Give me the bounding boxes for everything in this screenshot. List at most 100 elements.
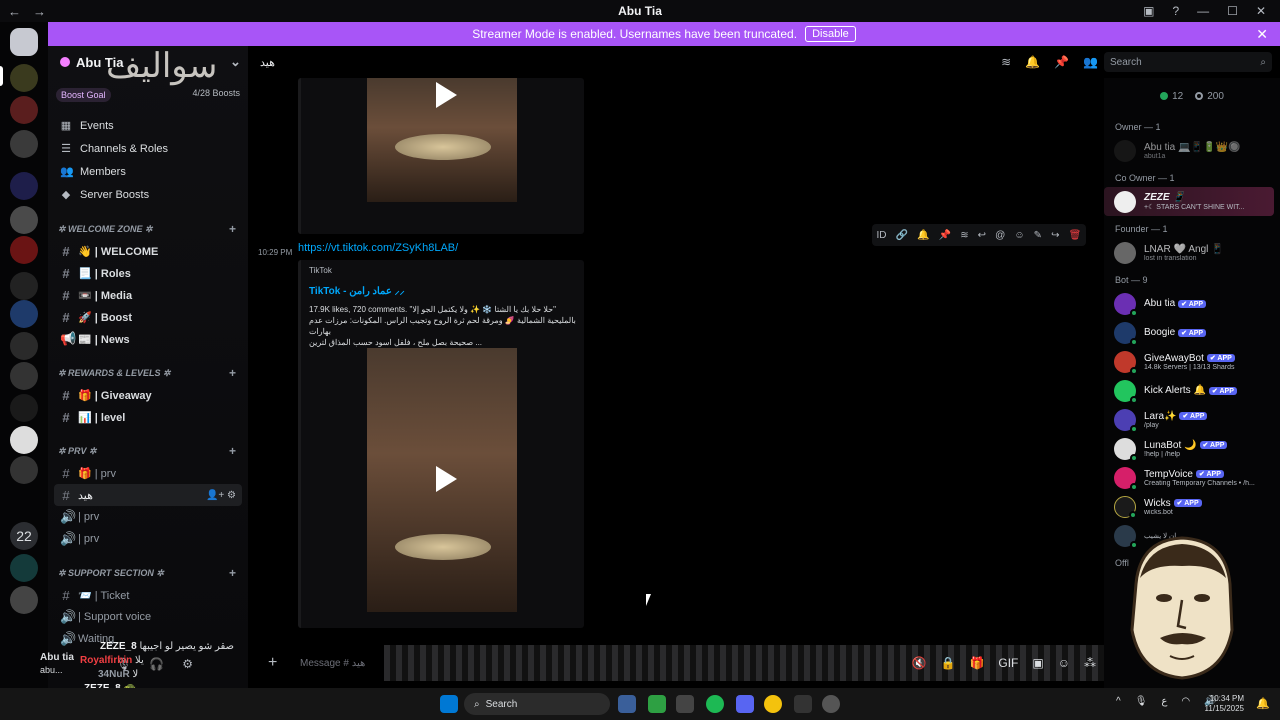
channel-news[interactable]: 📢 📰 | News xyxy=(48,328,248,350)
add-channel-icon[interactable]: + xyxy=(229,444,236,458)
apps-icon[interactable]: ⁂ xyxy=(1084,656,1096,670)
member-item[interactable]: LunaBot 🌙 ✔ APP !help | /help xyxy=(1104,434,1280,463)
server-icon[interactable] xyxy=(10,426,38,454)
emoji-picker-icon[interactable]: ☺ xyxy=(1058,656,1070,670)
language-indicator[interactable]: ع xyxy=(1161,696,1167,707)
xbox-icon[interactable] xyxy=(648,695,666,713)
bell-icon[interactable]: 🔔 xyxy=(1025,55,1040,69)
emoji-icon[interactable]: ☺ xyxy=(1014,230,1024,241)
server-icon[interactable] xyxy=(10,554,38,582)
channel-settings-icon[interactable]: 👤+ ⚙ xyxy=(206,490,236,501)
member-item[interactable]: Wicks ✔ APP wicks.bot xyxy=(1104,492,1280,521)
server-icon[interactable] xyxy=(10,206,38,234)
video-thumbnail[interactable] xyxy=(367,348,517,612)
gift-icon[interactable]: 🎁 xyxy=(969,656,984,670)
play-icon[interactable] xyxy=(427,78,461,112)
channel-ticket[interactable]: # 📨 | Ticket xyxy=(48,584,248,606)
app-icon[interactable] xyxy=(676,695,694,713)
member-item[interactable]: Boogie ✔ APP xyxy=(1104,318,1280,347)
taskbar-search[interactable]: ⌕ Search xyxy=(464,693,610,715)
help-icon[interactable]: ? xyxy=(1172,4,1179,18)
copy-link-icon[interactable]: 🔗 xyxy=(896,230,908,241)
tray-chevron-icon[interactable]: ^ xyxy=(1116,696,1121,707)
back-arrow-icon[interactable]: ← xyxy=(8,4,21,19)
message-composer[interactable]: Message # هيد 🔇 🔒 🎁 GIF ▣ ☺ ⁂ xyxy=(300,645,1104,681)
server-icon[interactable] xyxy=(10,300,38,328)
server-icon[interactable] xyxy=(10,394,38,422)
channel-active[interactable]: # هيد 👤+ ⚙ xyxy=(54,484,242,506)
server-icon[interactable] xyxy=(10,586,38,614)
maximize-icon[interactable]: ☐ xyxy=(1227,4,1238,18)
spotify-icon[interactable] xyxy=(706,695,724,713)
app-icon[interactable] xyxy=(822,695,840,713)
disable-streamer-button[interactable]: Disable xyxy=(805,26,856,42)
message-link[interactable]: https://vt.tiktok.com/ZSyKh8LAB/ xyxy=(298,242,458,254)
start-icon[interactable] xyxy=(440,695,458,713)
voice-channel-prv[interactable]: 🔊 | prv xyxy=(48,506,248,528)
member-list-icon[interactable]: 👥 xyxy=(1083,55,1098,69)
member-item[interactable]: ZEZE 📱 +☾ STARS CAN'T SHINE WIT... xyxy=(1104,187,1274,216)
server-icon[interactable] xyxy=(10,362,38,390)
chevron-down-icon[interactable]: ⌄ xyxy=(230,54,241,70)
forward-icon[interactable]: ↪ xyxy=(1051,230,1059,241)
channel-media[interactable]: # 📼 | Media xyxy=(48,284,248,306)
member-item[interactable]: LNAR 🤍 Angl 📱 lost in translation xyxy=(1104,238,1280,267)
menu-members[interactable]: 👥 Members xyxy=(48,160,248,183)
thread-icon[interactable]: ≋ xyxy=(960,230,968,241)
wifi-icon[interactable]: ◠ xyxy=(1181,696,1190,707)
menu-channels-roles[interactable]: ☰ Channels & Roles xyxy=(48,137,248,160)
channel-level[interactable]: # 📊 | level xyxy=(48,406,248,428)
gif-icon[interactable]: GIF xyxy=(998,656,1018,670)
video-thumbnail[interactable] xyxy=(367,78,517,202)
server-icon[interactable] xyxy=(10,130,38,158)
member-item[interactable]: Lara✨ ✔ APP/play xyxy=(1104,405,1280,434)
pin-icon[interactable]: 📌 xyxy=(1054,55,1069,69)
voice-channel-prv[interactable]: 🔊 | prv xyxy=(48,528,248,550)
category-rewards-levels[interactable]: ✲ REWARDS & LEVELS ✲ + xyxy=(48,362,248,384)
member-item[interactable]: Kick Alerts 🔔 ✔ APP xyxy=(1104,376,1280,405)
add-attachment-icon[interactable]: + xyxy=(268,654,277,672)
add-channel-icon[interactable]: + xyxy=(229,566,236,580)
folder-icon[interactable] xyxy=(10,172,38,200)
member-item[interactable]: GiveAwayBot ✔ APP 14.8k Servers | 13/13 Sh… xyxy=(1104,347,1280,376)
clock[interactable]: 10:34 PM 11/15/2025 xyxy=(1205,694,1244,714)
discord-home-icon[interactable] xyxy=(10,28,38,56)
server-icon[interactable]: 22 xyxy=(10,522,38,550)
channel-prv[interactable]: # 🎁 | prv xyxy=(48,462,248,484)
member-item[interactable]: Abu tia ✔ APP xyxy=(1104,289,1280,318)
search-box[interactable]: Search ⌕ xyxy=(1104,52,1272,72)
mute-icon[interactable]: 🔇 xyxy=(912,656,927,670)
copy-id-icon[interactable]: ID xyxy=(877,230,887,241)
boost-goal[interactable]: Boost Goal 4/28 Boosts xyxy=(56,88,240,102)
add-channel-icon[interactable]: + xyxy=(229,366,236,380)
server-icon[interactable] xyxy=(10,456,38,484)
channel-boost[interactable]: # 🚀 | Boost xyxy=(48,306,248,328)
server-icon[interactable] xyxy=(10,332,38,360)
server-icon[interactable] xyxy=(10,96,38,124)
server-icon[interactable] xyxy=(10,64,38,92)
close-banner-icon[interactable]: ✕ xyxy=(1256,26,1268,43)
member-item[interactable]: TempVoice ✔ APP Creating Temporary Channel… xyxy=(1104,463,1280,492)
forward-arrow-icon[interactable]: → xyxy=(33,4,46,19)
mic-tray-icon[interactable]: 🎙 xyxy=(1135,696,1148,707)
embed-title[interactable]: TikTok - عماد رامن ⸝⸝ xyxy=(309,283,576,297)
pin-icon[interactable]: 📌 xyxy=(939,230,951,241)
close-window-icon[interactable]: ✕ xyxy=(1256,4,1266,18)
menu-events[interactable]: ▦ Events xyxy=(48,114,248,137)
server-icon[interactable] xyxy=(10,236,38,264)
member-item[interactable]: Abu tia 💻📱🔋👑🔘 abut1a xyxy=(1104,136,1280,165)
minimize-icon[interactable]: — xyxy=(1197,4,1209,18)
category-support[interactable]: ✲ SUPPORT SECTION ✲ + xyxy=(48,562,248,584)
app-icon[interactable] xyxy=(618,695,636,713)
reply-icon[interactable]: ↩ xyxy=(978,230,986,241)
at-icon[interactable]: @ xyxy=(995,230,1005,241)
edit-icon[interactable]: ✎ xyxy=(1034,230,1042,241)
category-welcome-zone[interactable]: ✲ WELCOME ZONE ✲ + xyxy=(48,218,248,240)
threads-icon[interactable]: ≋ xyxy=(1001,55,1011,69)
mention-icon[interactable]: 🔔 xyxy=(917,230,929,241)
category-prv[interactable]: ✲ PRV ✲ + xyxy=(48,440,248,462)
discord-icon[interactable] xyxy=(736,695,754,713)
server-icon[interactable] xyxy=(10,272,38,300)
voice-channel-support[interactable]: 🔊 | Support voice xyxy=(48,606,248,628)
sticker-icon[interactable]: ▣ xyxy=(1032,656,1043,670)
